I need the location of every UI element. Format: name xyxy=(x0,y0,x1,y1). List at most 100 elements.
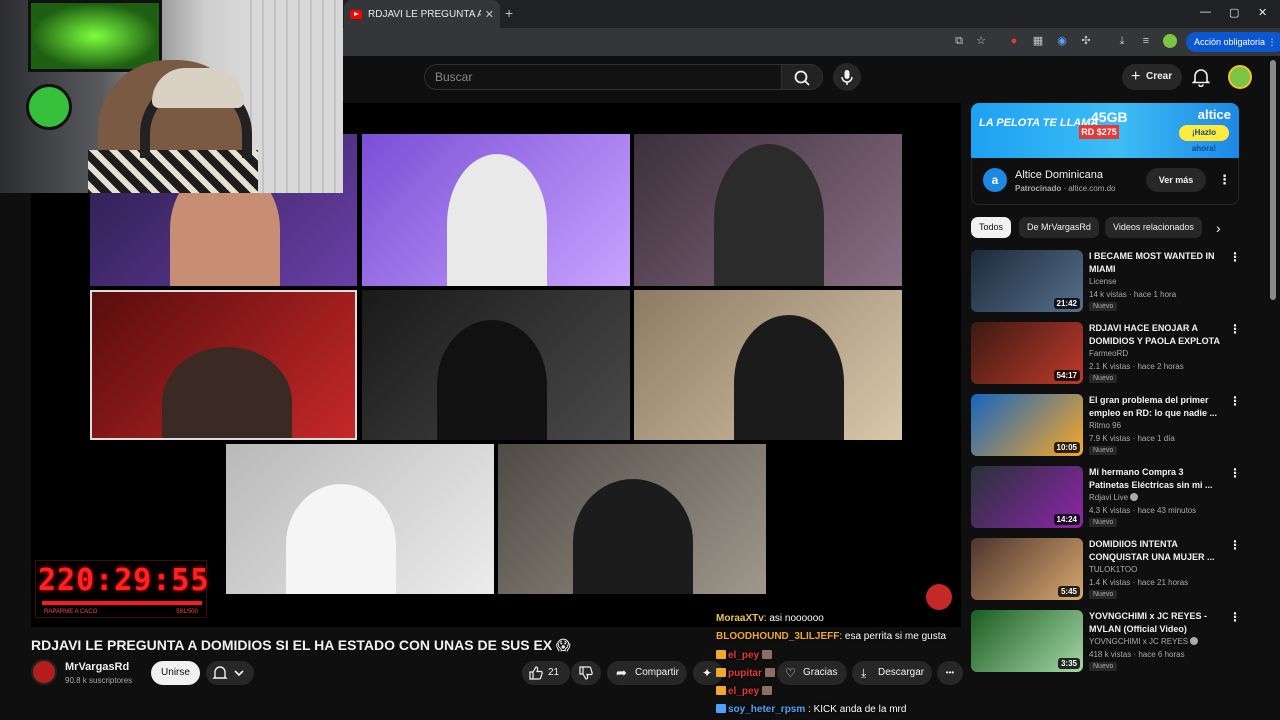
more-options-icon[interactable]: ⋮ xyxy=(1229,250,1241,264)
recommendation-item[interactable]: 14:24 Mi hermano Compra 3 Patinetas Eléct… xyxy=(971,466,1261,532)
recommendation-item[interactable]: 21:42 I BECAME MOST WANTED IN MIAMI Licens… xyxy=(971,250,1261,316)
share-label: Compartir xyxy=(635,667,679,678)
recommendation-meta: 7.9 K vistas · hace 1 día xyxy=(1089,434,1175,443)
notifications-button[interactable] xyxy=(1191,67,1211,92)
profile-avatar-icon[interactable] xyxy=(1163,34,1177,48)
more-options-icon[interactable]: ⋮ xyxy=(1229,394,1241,408)
downloads-icon[interactable]: ⤓ xyxy=(1115,34,1129,48)
chat-username: soy_heter_rpsm xyxy=(728,704,806,715)
upload-age: hace 1 día xyxy=(1137,434,1175,443)
media-queue-icon[interactable]: ≡ xyxy=(1139,34,1153,48)
chat-message: MoraaXTv: asi noooooo xyxy=(716,613,824,624)
dislike-button[interactable] xyxy=(571,661,601,685)
view-count: 2.1 K vistas xyxy=(1089,362,1131,371)
channel-watermark[interactable] xyxy=(926,584,952,610)
more-actions-button[interactable]: ••• xyxy=(937,661,963,685)
close-window-icon[interactable]: ✕ xyxy=(1258,6,1267,19)
video-thumbnail[interactable]: 5:45 xyxy=(971,538,1083,600)
recommendation-title[interactable]: YOVNGCHIMI x JC REYES - MVLAN (Official … xyxy=(1089,610,1225,636)
chip-channel[interactable]: De MrVargasRd xyxy=(1019,217,1099,238)
video-thumbnail[interactable]: 21:42 xyxy=(971,250,1083,312)
install-app-icon[interactable]: ⧉ xyxy=(952,34,966,48)
page-scrollbar[interactable] xyxy=(1270,60,1276,300)
new-tab-button[interactable]: + xyxy=(505,5,513,21)
recommendation-channel[interactable]: TULOK1TOO xyxy=(1089,565,1137,574)
stream-panel-4 xyxy=(90,290,357,440)
download-button[interactable]: ⤓ Descargar xyxy=(852,661,932,685)
share-arrow-icon: ➦ xyxy=(616,665,627,680)
recommendation-channel[interactable]: License xyxy=(1089,277,1117,286)
thanks-button[interactable]: ♡ Gracias xyxy=(777,661,847,685)
join-button[interactable]: Unirse xyxy=(151,661,200,685)
video-thumbnail[interactable]: 3:35 xyxy=(971,610,1083,672)
stream-panel-2 xyxy=(362,134,630,286)
recommendation-item[interactable]: 54:17 RDJAVI HACE ENOJAR A DOMIDIOS Y PAO… xyxy=(971,322,1261,388)
chevron-right-icon[interactable]: › xyxy=(1216,220,1221,236)
timer-count: 581/500 xyxy=(176,609,198,615)
search-button[interactable] xyxy=(781,64,823,90)
share-button[interactable]: ➦ Compartir xyxy=(607,661,687,685)
action-required-button[interactable]: Acción obligatoria ⋮ xyxy=(1186,32,1280,52)
advertiser-logo-icon: a xyxy=(983,168,1007,192)
extension-record-icon[interactable]: ● xyxy=(1007,34,1021,48)
ad-more-button[interactable]: Ver más xyxy=(1146,168,1206,192)
like-button[interactable]: 21 xyxy=(522,661,570,685)
subscribe-notifications-button[interactable] xyxy=(206,661,254,685)
more-options-icon[interactable]: ⋮ xyxy=(1229,610,1241,624)
more-options-icon[interactable]: ⋮ xyxy=(1229,466,1241,480)
chat-text: : KICK anda de la mrd xyxy=(808,704,907,715)
video-thumbnail[interactable]: 10:05 xyxy=(971,394,1083,456)
extensions-puzzle-icon[interactable]: ✣ xyxy=(1079,34,1093,48)
maximize-icon[interactable]: ▢ xyxy=(1229,6,1239,19)
browser-tab-active[interactable]: RDJAVI LE PREGUNTA A DOMIDIOS SI EL HA E… xyxy=(344,0,500,28)
chip-related[interactable]: Videos relacionados xyxy=(1105,217,1202,238)
video-thumbnail[interactable]: 14:24 xyxy=(971,466,1083,528)
recommendation-channel[interactable]: Ritmo 96 xyxy=(1089,421,1121,430)
recommendation-meta: 14 k vistas · hace 1 hora xyxy=(1089,290,1177,299)
account-avatar[interactable] xyxy=(1228,65,1252,89)
recommendation-item[interactable]: 10:05 El gran problema del primer empleo … xyxy=(971,394,1261,460)
bookmark-star-icon[interactable]: ☆ xyxy=(974,34,988,48)
chat-badge-icon xyxy=(716,650,726,659)
more-options-icon[interactable]: ⋮ xyxy=(1229,538,1241,552)
recommendation-title[interactable]: Mi hermano Compra 3 Patinetas Eléctricas… xyxy=(1089,466,1225,492)
recommendation-title[interactable]: RDJAVI HACE ENOJAR A DOMIDIOS Y PAOLA EX… xyxy=(1089,322,1225,348)
video-thumbnail[interactable]: 54:17 xyxy=(971,322,1083,384)
recommendation-item[interactable]: 5:45 DOMIDIIOS INTENTA CONQUISTAR UNA MUJ… xyxy=(971,538,1261,604)
recommendation-title[interactable]: DOMIDIIOS INTENTA CONQUISTAR UNA MUJER .… xyxy=(1089,538,1225,564)
action-required-label: Acción obligatoria xyxy=(1194,37,1266,47)
voice-search-button[interactable] xyxy=(833,63,861,91)
ad-banner[interactable]: LA PELOTA TE LLAMA 45GB RD $275 altice ¡… xyxy=(971,103,1239,158)
recommendation-channel[interactable]: YOVNGCHIMI x JC REYES xyxy=(1089,637,1199,646)
recommendation-channel[interactable]: Rdjavi Live xyxy=(1089,493,1139,502)
chat-emote-icon xyxy=(761,686,772,695)
ad-domain: altice.com.do xyxy=(1068,184,1116,193)
recommendation-meta: 1.4 K vistas · hace 21 horas xyxy=(1089,578,1189,587)
minimize-icon[interactable]: — xyxy=(1200,6,1211,18)
more-options-icon[interactable]: ⋮ xyxy=(1229,322,1241,336)
extension-icon[interactable]: ▦ xyxy=(1031,34,1045,48)
create-button[interactable]: + Crear xyxy=(1122,64,1182,90)
view-count: 14 k vistas xyxy=(1089,290,1127,299)
thanks-heart-icon: ♡ xyxy=(785,666,796,680)
recommendation-item[interactable]: 3:35 YOVNGCHIMI x JC REYES - MVLAN (Offic… xyxy=(971,610,1261,676)
chat-message: pupitar xyxy=(716,668,777,679)
search-input[interactable]: Buscar xyxy=(424,64,782,90)
advertiser-name[interactable]: Altice Dominicana xyxy=(1015,169,1103,181)
chat-username: el_pey xyxy=(728,686,760,697)
extension-audio-icon[interactable]: ◉ xyxy=(1055,34,1069,48)
duration-badge: 10:05 xyxy=(1053,442,1080,453)
recommendation-channel[interactable]: FarmeoRD xyxy=(1089,349,1128,358)
search-icon xyxy=(794,70,810,86)
chip-all[interactable]: Todos xyxy=(971,217,1012,238)
chat-text: : asi noooooo xyxy=(763,613,824,624)
recommendation-title[interactable]: I BECAME MOST WANTED IN MIAMI xyxy=(1089,250,1225,276)
ad-options-icon[interactable]: ⋮ xyxy=(1218,172,1231,188)
recommendation-channel-name: TULOK1TOO xyxy=(1089,565,1138,574)
tab-close-icon[interactable]: ✕ xyxy=(485,8,494,21)
channel-avatar[interactable] xyxy=(31,659,57,685)
recommendation-title[interactable]: El gran problema del primer empleo en RD… xyxy=(1089,394,1225,420)
ad-cta: ¡Hazlo ahora! xyxy=(1179,125,1229,153)
chat-username: MoraaXTv xyxy=(716,613,764,624)
channel-name[interactable]: MrVargasRd xyxy=(65,661,129,673)
